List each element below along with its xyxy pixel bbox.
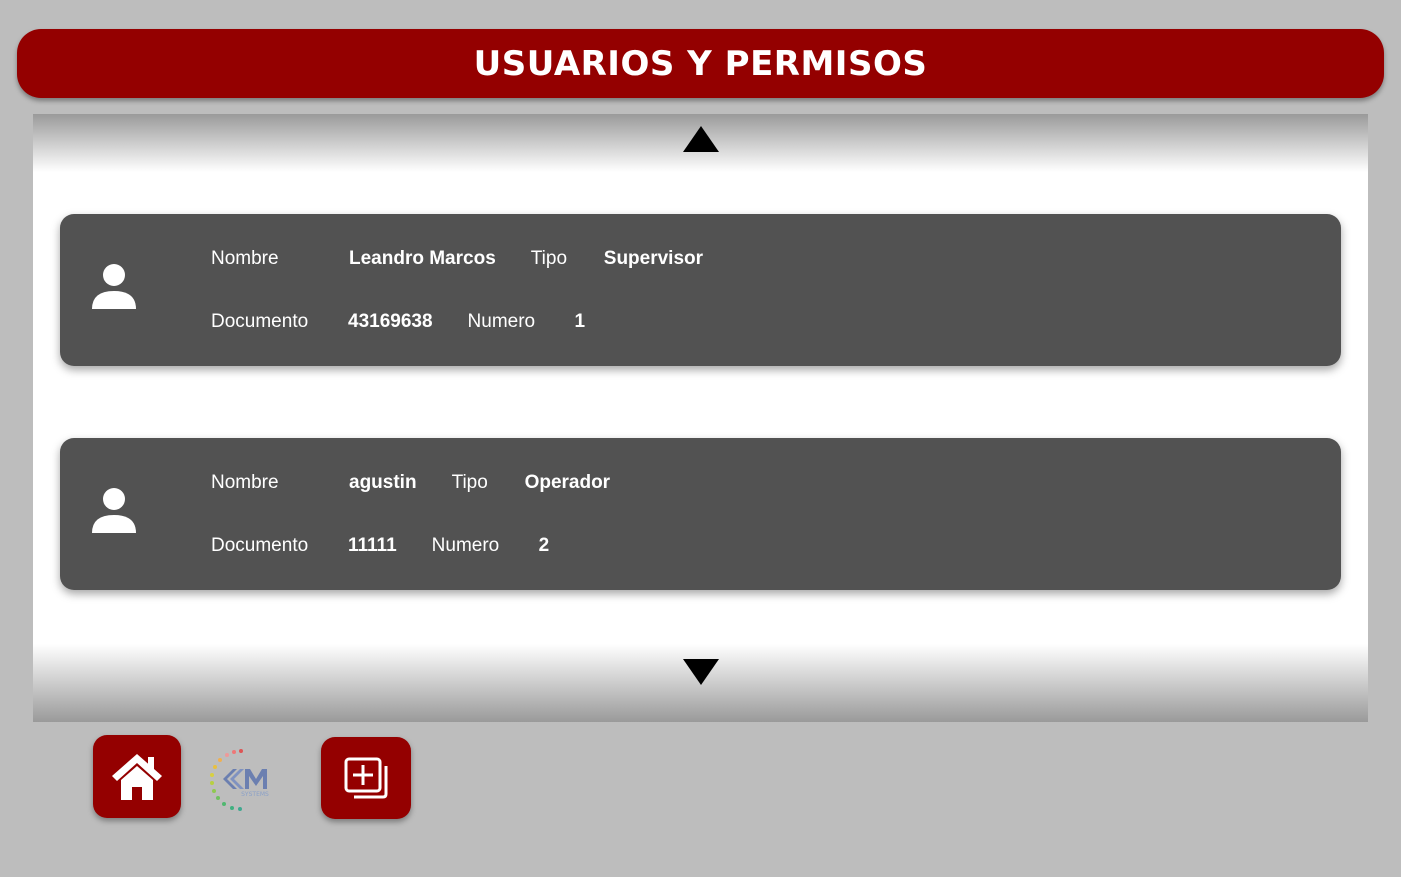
add-user-button[interactable] (321, 737, 411, 819)
name-value: agustin (349, 472, 417, 493)
number-label: Numero (467, 311, 536, 332)
logo-text: SYSTEMS (241, 791, 269, 798)
document-label: Documento (211, 311, 309, 332)
user-avatar-icon (92, 488, 136, 533)
add-copy-icon (344, 757, 388, 799)
page-title: USUARIOS Y PERMISOS (473, 43, 928, 84)
type-value: Operador (524, 472, 611, 493)
scroll-up-arrow-icon[interactable] (682, 126, 719, 152)
user-card[interactable]: Nombre Leandro Marcos Tipo Supervisor Do… (60, 214, 1341, 366)
user-card-row-2: Documento 11111 Numero 2 (211, 535, 549, 557)
type-label: Tipo (530, 248, 568, 269)
user-card-row-1: Nombre agustin Tipo Operador (211, 472, 610, 494)
document-value: 11111 (348, 535, 397, 556)
type-label: Tipo (451, 472, 488, 493)
user-card-row-1: Nombre Leandro Marcos Tipo Supervisor (211, 248, 703, 270)
number-label: Numero (431, 535, 500, 556)
document-label: Documento (211, 535, 309, 556)
name-label: Nombre (211, 472, 279, 493)
scroll-down-arrow-icon[interactable] (682, 659, 719, 685)
name-label: Nombre (211, 248, 279, 269)
user-avatar-icon (92, 264, 136, 309)
user-card[interactable]: Nombre agustin Tipo Operador Documento 1… (60, 438, 1341, 590)
user-card-row-2: Documento 43169638 Numero 1 (211, 311, 585, 333)
home-icon (112, 753, 162, 800)
page-header: USUARIOS Y PERMISOS (17, 29, 1384, 98)
user-list-panel[interactable]: Nombre Leandro Marcos Tipo Supervisor Do… (33, 114, 1368, 722)
home-button[interactable] (93, 735, 181, 818)
document-value: 43169638 (348, 311, 433, 332)
number-value: 1 (574, 311, 586, 332)
type-value: Supervisor (603, 248, 704, 269)
number-value: 2 (538, 535, 550, 556)
km-systems-logo: SYSTEMS (210, 749, 269, 811)
name-value: Leandro Marcos (349, 248, 496, 269)
